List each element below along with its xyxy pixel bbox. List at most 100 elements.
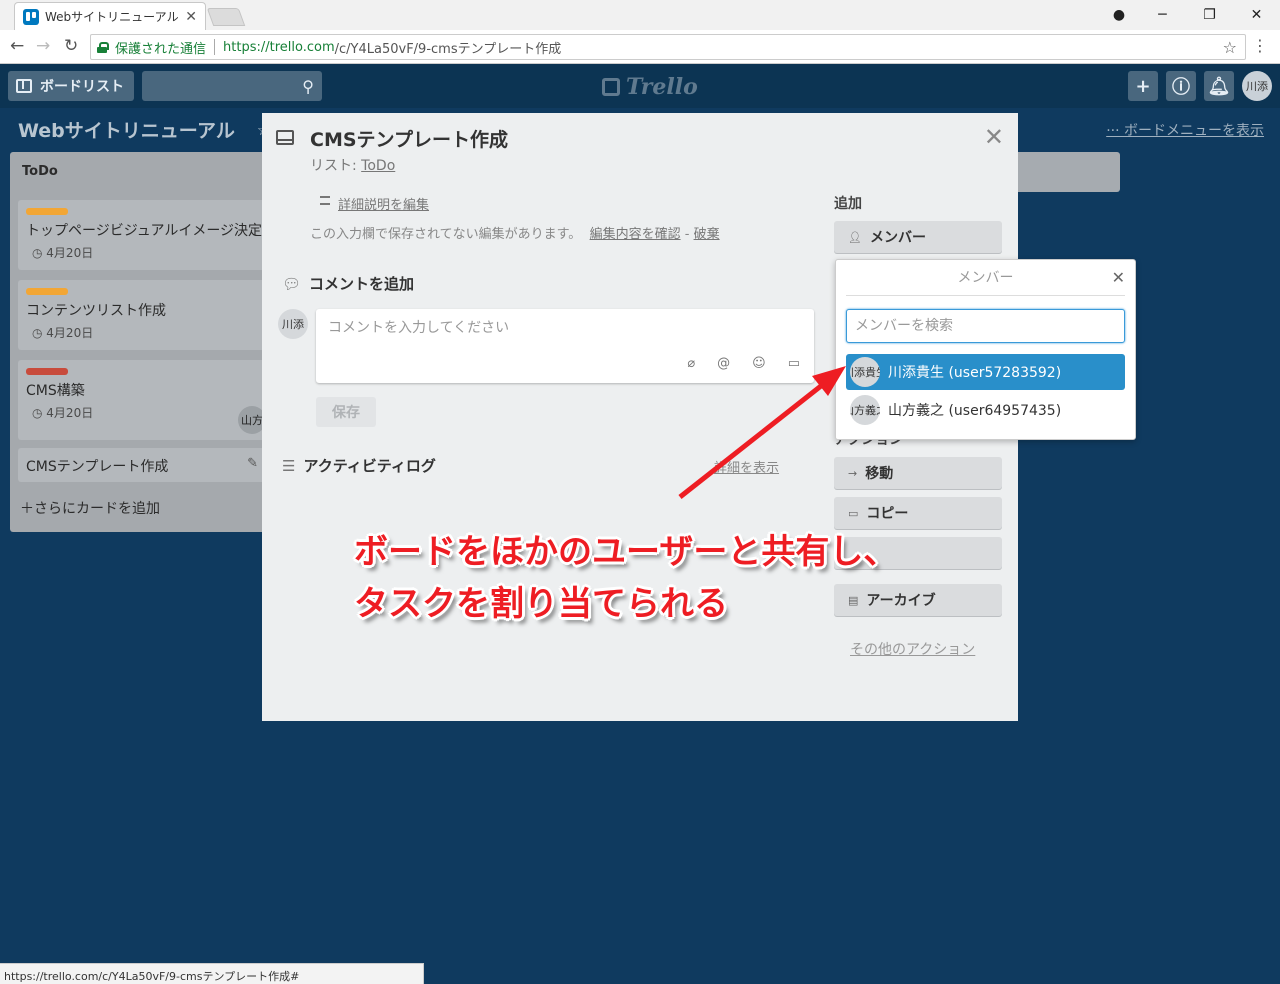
browser-menu-icon[interactable]: ⋮ — [1252, 36, 1268, 55]
edit-pencil-icon[interactable]: ✎ — [247, 456, 258, 471]
comment-tools: ⌀ @ ☺ ▭ — [687, 356, 800, 371]
header-search-input[interactable]: ⚲ — [142, 71, 322, 101]
comment-heading: 💬︎ コメントを追加 — [282, 273, 414, 294]
due-text: 4月20日 — [46, 326, 94, 340]
member-option[interactable]: 山方義之 山方義之 (user64957435) — [846, 392, 1125, 428]
list-title[interactable]: ToDo — [22, 164, 58, 179]
card[interactable]: コンテンツリスト作成 ◷ 4月20日 — [18, 280, 266, 350]
card-label — [26, 208, 68, 215]
due-text: 4月20日 — [46, 246, 94, 260]
board-menu-label: ボードメニューを表示 — [1124, 123, 1264, 139]
annotation-line-1: ボードをほかのユーザーと共有し、 — [354, 532, 898, 572]
secure-label: 保護された通信 — [115, 41, 207, 57]
trello-favicon-icon — [23, 8, 39, 25]
board-icon — [16, 79, 32, 93]
board-title-bar: Webサイトリニューアル ☆ — [18, 116, 270, 143]
member-option[interactable]: 川添貴生 川添貴生 (user57283592) — [846, 354, 1125, 390]
back-icon[interactable]: ← — [10, 36, 24, 56]
comment-placeholder: コメントを入力してください — [328, 320, 510, 336]
ellipsis-icon: ··· — [1106, 123, 1124, 139]
edit-description-label: 詳細説明を編集 — [338, 198, 430, 213]
annotation-line-2: タスクを割り当てられる — [354, 584, 728, 624]
minimize-icon[interactable]: ─ — [1139, 0, 1186, 30]
next-list — [1010, 152, 1120, 192]
copy-icon: ▭ — [848, 506, 859, 520]
new-tab-button[interactable] — [206, 8, 246, 26]
card[interactable]: CMSテンプレート作成 ✎ — [18, 448, 266, 482]
add-icon[interactable]: + — [1128, 71, 1158, 101]
trello-logo-icon — [602, 78, 620, 96]
card-title: CMS構築 — [26, 383, 85, 399]
tab-title: Webサイトリニューアルのカ — [45, 10, 179, 24]
card-link-icon[interactable]: ▭ — [788, 356, 800, 371]
add-heading: 追加 — [834, 196, 862, 212]
trello-logo[interactable]: Trello — [602, 74, 698, 100]
board-list-button[interactable]: ボードリスト — [8, 71, 134, 101]
other-actions-link[interactable]: その他のアクション — [850, 639, 975, 659]
info-icon[interactable]: ⓘ — [1166, 71, 1196, 101]
url-field[interactable]: 保護された通信 https://trello.com /c/Y4La50vF/9… — [90, 34, 1246, 60]
show-details-link[interactable]: 詳細を表示 — [714, 457, 779, 476]
reload-icon[interactable]: ↻ — [64, 36, 78, 56]
add-card-button[interactable]: ＋さらにカードを追加 — [20, 498, 160, 518]
separator: - — [680, 227, 694, 242]
board-title[interactable]: Webサイトリニューアル — [18, 116, 235, 143]
unsaved-notice: この入力欄で保存されてない編集があります。 編集内容を確認 - 破棄 — [310, 223, 720, 242]
edit-description-link[interactable]: 詳細説明を編集 — [320, 194, 429, 213]
card-due: ◷ 4月20日 — [32, 246, 94, 260]
attachment-icon[interactable]: ⌀ — [687, 356, 695, 371]
comment-heading-label: コメントを追加 — [309, 275, 415, 293]
archive-label: アーカイブ — [866, 593, 936, 609]
card-title-heading[interactable]: CMSテンプレート作成 — [310, 125, 508, 152]
member-button[interactable]: 👤︎ メンバー — [834, 221, 1002, 253]
activity-heading-label: アクティビティログ — [303, 457, 436, 475]
todo-list: ToDo トップページビジュアルイメージ決定 ◷ 4月20日 コンテンツリスト作… — [10, 152, 272, 532]
divider — [214, 39, 216, 55]
close-window-icon[interactable]: ✕ — [1233, 0, 1280, 30]
member-avatar: 山方義之 — [850, 395, 880, 425]
trello-header: ボードリスト ⚲ Trello + ⓘ 🔔︎ 川添 — [0, 64, 1280, 108]
card-title: CMSテンプレート作成 — [26, 459, 169, 475]
notification-bell-icon[interactable]: 🔔︎ — [1204, 71, 1234, 101]
header-avatar[interactable]: 川添 — [1242, 71, 1272, 101]
archive-button[interactable]: ▤ アーカイブ — [834, 584, 1002, 616]
confirm-edit-link[interactable]: 編集内容を確認 — [590, 227, 681, 242]
bookmark-star-icon[interactable]: ☆ — [1223, 38, 1237, 57]
url-host: https://trello.com — [223, 39, 335, 55]
card-title: コンテンツリスト作成 — [26, 303, 166, 319]
tab-close-icon[interactable]: ✕ — [185, 9, 197, 25]
board-list-label: ボードリスト — [40, 79, 124, 95]
card[interactable]: CMS構築 ◷ 4月20日 山方 — [18, 360, 266, 440]
popover-close-icon[interactable]: ✕ — [1112, 268, 1125, 287]
card-icon — [276, 130, 294, 145]
discard-link[interactable]: 破棄 — [694, 227, 720, 242]
member-search-input[interactable]: メンバーを検索 — [846, 309, 1125, 343]
close-icon[interactable]: ✕ — [984, 123, 1004, 151]
emoji-icon[interactable]: ☺ — [752, 356, 766, 371]
url-path: /c/Y4La50vF/9-cmsテンプレート作成 — [334, 41, 562, 57]
comment-input[interactable]: コメントを入力してください ⌀ @ ☺ ▭ — [316, 309, 814, 383]
arrow-right-icon: → — [848, 466, 858, 480]
save-button[interactable]: 保存 — [316, 397, 376, 427]
mention-icon[interactable]: @ — [717, 356, 730, 371]
archive-icon: ▤ — [848, 593, 859, 607]
popover-title: メンバー — [846, 260, 1125, 296]
description-icon — [320, 196, 330, 205]
board-menu-link[interactable]: ··· ボードメニューを表示 — [1106, 120, 1264, 140]
member-popover: メンバー ✕ メンバーを検索 川添貴生 川添貴生 (user57283592) … — [835, 259, 1136, 440]
comment-avatar: 川添 — [278, 309, 308, 339]
card[interactable]: トップページビジュアルイメージ決定 ◷ 4月20日 — [18, 200, 266, 270]
card-due: ◷ 4月20日 — [32, 326, 94, 340]
activity-heading: ☰ アクティビティログ — [282, 455, 436, 476]
list-link[interactable]: ToDo — [361, 158, 395, 174]
member-avatar: 川添貴生 — [850, 357, 880, 387]
restore-icon[interactable]: ❐ — [1186, 0, 1233, 30]
move-button[interactable]: → 移動 — [834, 457, 1002, 489]
window-controls: ● ─ ❐ ✕ — [1099, 0, 1280, 30]
browser-tab[interactable]: Webサイトリニューアルのカ ✕ — [14, 2, 206, 30]
profile-icon[interactable]: ● — [1099, 0, 1139, 30]
speech-bubble-icon: 💬︎ — [282, 274, 302, 293]
forward-icon[interactable]: → — [36, 36, 50, 56]
list-prefix: リスト: — [310, 158, 362, 174]
card-due: ◷ 4月20日 — [32, 406, 94, 420]
